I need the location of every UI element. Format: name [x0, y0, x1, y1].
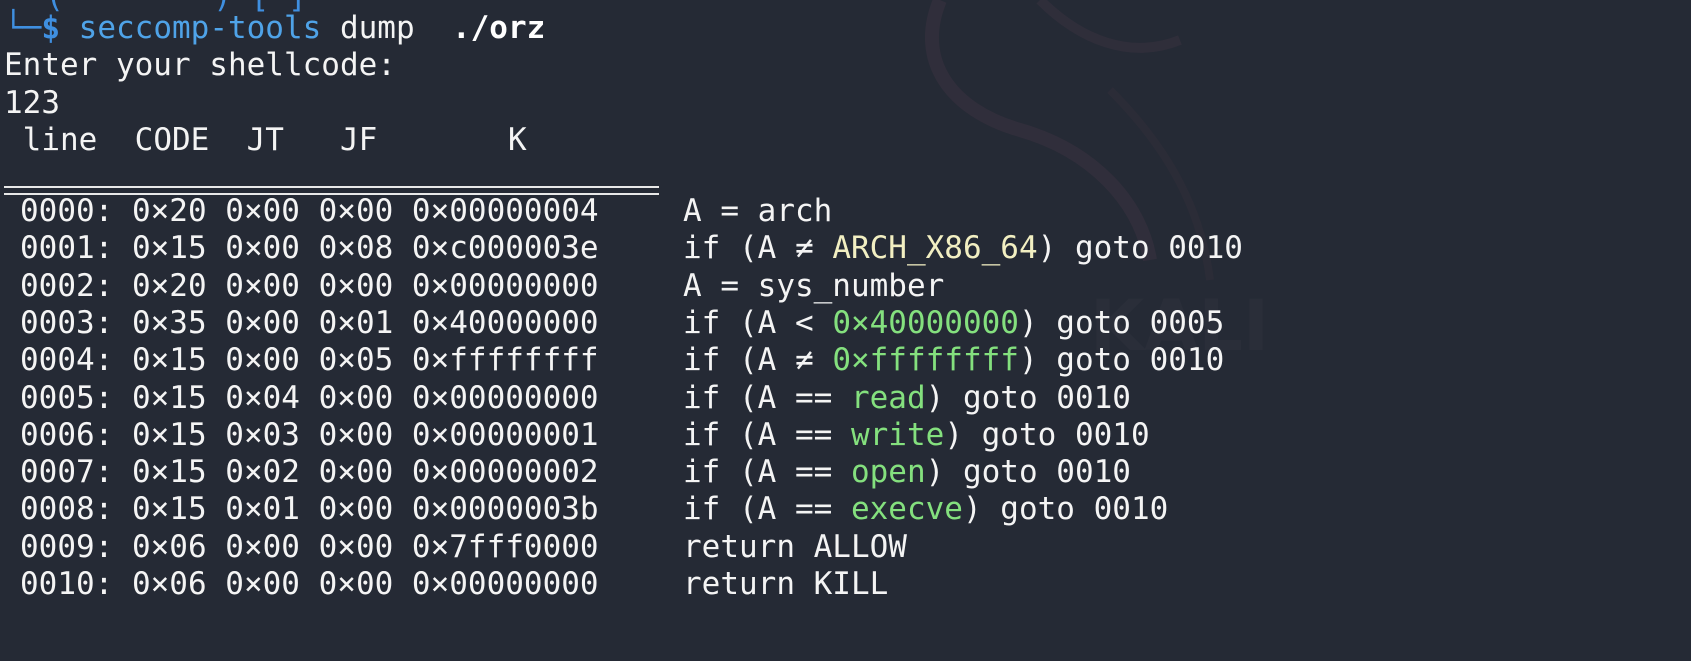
pseudo-code-text: A = arch	[683, 193, 833, 229]
command-argument: ./orz	[451, 10, 546, 46]
table-row: 0010: 0×06 0×00 0×00 0×00000000	[20, 566, 599, 602]
pseudo-code: if (A == execve) goto 0010	[683, 489, 1168, 529]
table-row: 0007: 0×15 0×02 0×00 0×00000002	[20, 454, 599, 490]
pseudo-code-goto: ) goto 0010	[962, 491, 1169, 527]
table-row: 0008: 0×15 0×01 0×00 0×0000003b	[20, 491, 599, 527]
header-code: CODE	[134, 122, 210, 158]
table-row: 0005: 0×15 0×04 0×00 0×00000000	[20, 380, 599, 416]
highlighted-constant: read	[850, 380, 926, 416]
table-header: line CODE JT JF K	[4, 120, 527, 160]
prompt-corner: └─	[4, 10, 42, 46]
table-row: 0004: 0×15 0×00 0×05 0×ffffffff	[20, 342, 599, 378]
pseudo-code: if (A < 0×40000000) goto 0005	[683, 303, 1224, 343]
pseudo-code: if (A ≠ 0×ffffffff) goto 0010	[683, 340, 1224, 380]
pseudo-code-goto: ) goto 0010	[944, 417, 1150, 453]
header-jt: JT	[246, 122, 284, 158]
command-line: └─$ seccomp-tools dump ./orz	[4, 8, 545, 48]
pseudo-code: if (A == read) goto 0010	[683, 378, 1131, 418]
pseudo-code-goto: ) goto 0010	[1037, 230, 1243, 266]
header-k: K	[507, 122, 527, 158]
pseudo-code: return ALLOW	[683, 527, 907, 567]
highlighted-constant: 0×ffffffff	[832, 342, 1019, 378]
pseudo-code-text: if (A ==	[683, 454, 851, 490]
highlighted-constant: write	[850, 417, 945, 453]
prompt-symbol: $	[41, 10, 60, 46]
pseudo-code-text: if (A ==	[683, 417, 851, 453]
pseudo-code-goto: ) goto 0005	[1018, 305, 1225, 341]
pseudo-code-text: if (A ≠	[683, 342, 833, 378]
prompt-message: Enter your shellcode:	[4, 47, 396, 83]
pseudo-code-text: if (A ==	[683, 491, 851, 527]
pseudo-code-text: if (A <	[683, 305, 833, 341]
pseudo-code-goto: ) goto 0010	[1018, 342, 1225, 378]
pseudo-code: A = arch	[683, 191, 832, 231]
header-jf: JF	[339, 122, 378, 158]
pseudo-code: if (A ≠ ARCH_X86_64) goto 0010	[683, 228, 1243, 268]
table-row: 0006: 0×15 0×03 0×00 0×00000001	[20, 417, 599, 453]
pseudo-code-text: return KILL	[683, 566, 889, 602]
pseudo-code-text: A = sys_number	[683, 268, 945, 304]
table-row: 0000: 0×20 0×00 0×00 0×00000004	[20, 193, 599, 229]
pseudo-code-goto: ) goto 0010	[925, 380, 1131, 416]
pseudo-code: if (A == open) goto 0010	[683, 452, 1131, 492]
highlighted-constant: execve	[850, 491, 963, 527]
pseudo-code-goto: ) goto 0010	[925, 454, 1131, 490]
header-line: line	[22, 122, 98, 158]
table-row: 0002: 0×20 0×00 0×00 0×00000000	[20, 268, 599, 304]
pseudo-code-text: return ALLOW	[683, 529, 907, 565]
command-name: seccomp-tools	[78, 10, 322, 46]
pseudo-code: if (A == write) goto 0010	[683, 415, 1150, 455]
table-row: 0003: 0×35 0×00 0×01 0×40000000	[20, 305, 599, 341]
highlighted-constant: ARCH_X86_64	[832, 230, 1038, 266]
highlighted-constant: open	[850, 454, 926, 490]
pseudo-code: A = sys_number	[683, 266, 944, 306]
highlighted-constant: 0×40000000	[832, 305, 1019, 341]
input-echo: 123	[4, 85, 60, 121]
pseudo-code-text: if (A ==	[683, 380, 851, 416]
table-row: 0009: 0×06 0×00 0×00 0×7fff0000	[20, 529, 599, 565]
pseudo-code: return KILL	[683, 564, 888, 604]
command-subcommand: dump	[339, 10, 415, 46]
pseudo-code-text: if (A ≠	[683, 230, 833, 266]
table-row: 0001: 0×15 0×00 0×08 0×c000003e	[20, 230, 599, 266]
